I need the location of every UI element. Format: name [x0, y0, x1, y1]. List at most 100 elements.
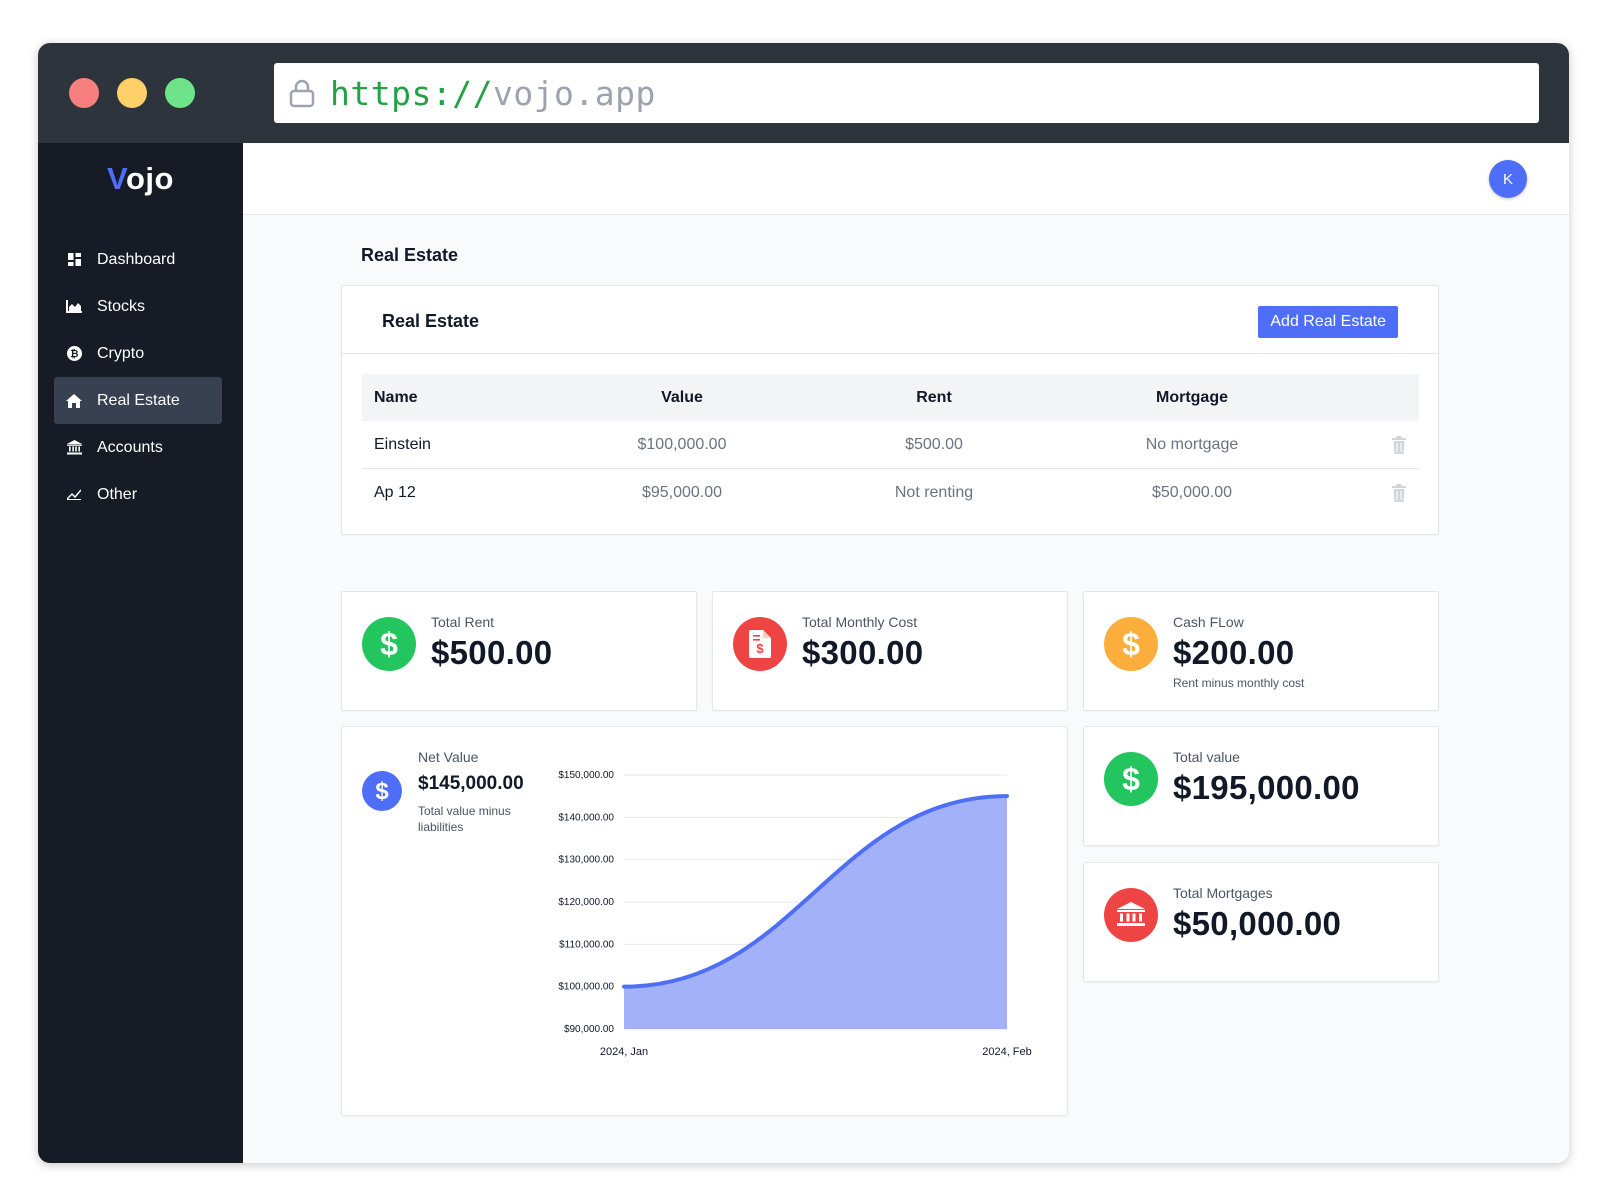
sidebar-nav: Dashboard Stocks ₿ Crypto Real Estate Ac…: [54, 236, 222, 518]
real-estate-table: Name Value Rent Mortgage Einstein $100,0…: [362, 374, 1419, 517]
sidebar-item-label: Dashboard: [97, 250, 176, 268]
sidebar-item-label: Stocks: [97, 297, 146, 315]
close-window-button[interactable]: [69, 78, 99, 108]
sidebar-item-dashboard[interactable]: Dashboard: [54, 236, 222, 283]
dollar-icon: $: [1104, 617, 1158, 671]
browser-titlebar: https://vojo.app: [38, 43, 1569, 143]
svg-text:$: $: [756, 641, 764, 656]
real-estate-card-title: Real Estate: [382, 311, 480, 331]
dollar-icon: $: [362, 771, 402, 811]
sidebar-item-label: Real Estate: [97, 391, 180, 409]
logo-letter: V: [107, 161, 126, 196]
sidebar-item-accounts[interactable]: Accounts: [54, 424, 222, 471]
y-tick-label: $90,000.00: [564, 1024, 614, 1035]
add-real-estate-button[interactable]: Add Real Estate: [1258, 306, 1398, 338]
sidebar-item-real-estate[interactable]: Real Estate: [54, 377, 222, 424]
sidebar-item-other[interactable]: Other: [54, 471, 222, 518]
x-tick-label: 2024, Jan: [600, 1046, 648, 1058]
svg-text:$: $: [375, 778, 389, 804]
stat-value: $50,000.00: [1173, 905, 1342, 942]
trash-icon[interactable]: [1391, 484, 1407, 502]
y-tick-label: $130,000.00: [558, 855, 614, 866]
real-estate-card: Real Estate Add Real Estate Name Value R…: [341, 285, 1439, 535]
url-host: vojo.app: [492, 73, 656, 113]
logo-text: ojo: [125, 161, 174, 196]
lock-icon: [289, 79, 315, 108]
sidebar-item-stocks[interactable]: Stocks: [54, 283, 222, 330]
cell-rent: Not renting: [894, 484, 974, 501]
series-area: [624, 796, 1007, 1029]
total-monthly-cost-card: $ Total Monthly Cost $300.00: [712, 591, 1068, 711]
column-header-rent[interactable]: Rent: [854, 389, 1014, 407]
stat-subtext: Rent minus monthly cost: [1173, 676, 1305, 690]
app-logo[interactable]: Vojo: [38, 161, 243, 197]
total-mortgages-card: Total Mortgages $50,000.00: [1083, 862, 1439, 982]
table-row[interactable]: Einstein $100,000.00 $500.00 No mortgage: [362, 421, 1419, 469]
y-tick-label: $140,000.00: [558, 812, 614, 823]
sidebar-item-crypto[interactable]: ₿ Crypto: [54, 330, 222, 377]
cell-mortgage: No mortgage: [1145, 435, 1239, 453]
stat-label: Cash FLow: [1173, 614, 1244, 630]
chart-area-icon: [66, 299, 82, 315]
user-avatar[interactable]: K: [1489, 160, 1527, 198]
sidebar-item-label: Accounts: [97, 438, 163, 456]
page-title: Real Estate: [361, 245, 459, 265]
column-header-name[interactable]: Name: [374, 389, 418, 407]
home-icon: [66, 393, 82, 409]
trash-icon[interactable]: [1391, 435, 1407, 454]
net-value-chart: $150,000.00 $140,000.00 $130,000.00 $120,00…: [558, 770, 1032, 1058]
stat-label: Total Monthly Cost: [802, 614, 918, 630]
cell-mortgage: $50,000.00: [1151, 484, 1233, 501]
stat-value: $300.00: [802, 634, 924, 671]
column-header-mortgage[interactable]: Mortgage: [1092, 389, 1292, 407]
cash-flow-card: $ Cash FLow $200.00 Rent minus monthly c…: [1083, 591, 1439, 711]
svg-text:$: $: [1122, 762, 1140, 796]
net-value-card: $ Net Value $145,000.00 Total value minu…: [341, 726, 1068, 1116]
cell-value: $100,000.00: [637, 435, 727, 453]
stat-label: Total value: [1173, 749, 1240, 765]
dashboard-icon: [66, 252, 82, 268]
svg-text:$: $: [380, 627, 398, 661]
y-tick-label: $150,000.00: [558, 770, 614, 781]
sidebar-item-label: Crypto: [97, 344, 145, 362]
real-estate-card-header: Real Estate Add Real Estate: [342, 286, 1438, 354]
bitcoin-icon: ₿: [66, 346, 82, 362]
svg-text:$: $: [1122, 627, 1140, 661]
dollar-icon: $: [362, 617, 416, 671]
column-header-value[interactable]: Value: [602, 389, 762, 407]
url-text: https://vojo.app: [330, 74, 656, 113]
table-header: Name Value Rent Mortgage: [362, 374, 1419, 421]
stat-label: Total Mortgages: [1173, 885, 1273, 901]
y-tick-label: $100,000.00: [558, 982, 614, 993]
stat-value: $200.00: [1173, 634, 1295, 671]
stat-value: $500.00: [431, 634, 553, 671]
cell-name: Einstein: [374, 435, 431, 453]
cell-value: $95,000.00: [641, 484, 723, 501]
y-tick-label: $110,000.00: [559, 939, 614, 950]
total-value-card: $ Total value $195,000.00: [1083, 726, 1439, 846]
url-protocol: https://: [330, 73, 493, 113]
y-tick-label: $120,000.00: [558, 897, 614, 908]
stat-value: $195,000.00: [1173, 769, 1360, 806]
main-content: Real Estate Real Estate Add Real Estate …: [243, 215, 1569, 1163]
stat-label: Total Rent: [431, 614, 495, 630]
sidebar: Vojo Dashboard Stocks ₿ Crypto Real Esta…: [38, 143, 243, 1163]
sidebar-item-label: Other: [97, 485, 138, 503]
maximize-window-button[interactable]: [165, 78, 195, 108]
cell-name: Ap 12: [374, 484, 416, 501]
total-rent-card: $ Total Rent $500.00: [341, 591, 697, 711]
trend-icon: [66, 487, 82, 503]
browser-window: https://vojo.app Vojo Dashboard Stocks ₿: [38, 43, 1569, 1163]
table-row[interactable]: Ap 12 $95,000.00 Not renting $50,000.00: [362, 469, 1419, 517]
net-value-amount: $145,000.00: [418, 773, 524, 794]
x-tick-label: 2024, Feb: [982, 1046, 1032, 1058]
net-value-label: Net Value: [418, 749, 479, 765]
invoice-icon: $: [733, 617, 787, 671]
cell-rent: $500.00: [905, 435, 963, 453]
net-value-subtext: Total value minus liabilities: [418, 804, 511, 834]
dollar-icon: $: [1104, 752, 1158, 806]
bank-icon: [1104, 888, 1158, 942]
minimize-window-button[interactable]: [117, 78, 147, 108]
top-bar: K: [243, 143, 1569, 215]
address-bar[interactable]: https://vojo.app: [274, 63, 1539, 123]
